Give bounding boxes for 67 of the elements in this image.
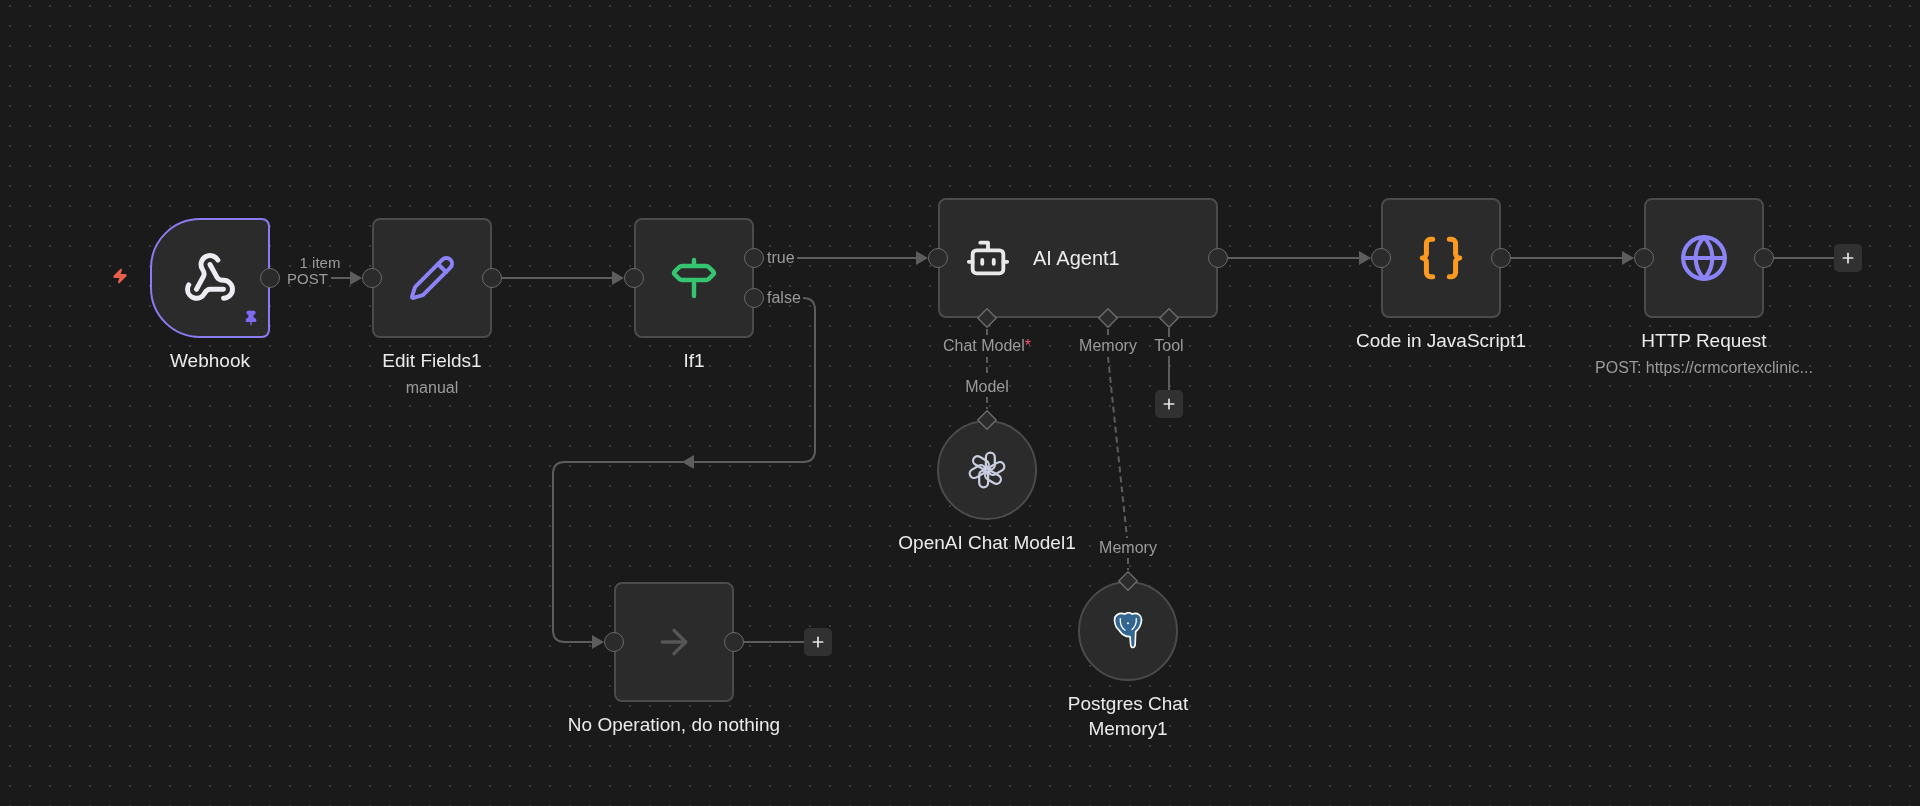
port-label: Model <box>965 378 1009 396</box>
node-title: OpenAI Chat Model1 <box>898 531 1076 555</box>
port-handle[interactable] <box>1491 248 1511 268</box>
node-title: Code in JavaScript1 <box>1356 329 1527 353</box>
port-handle[interactable] <box>260 268 280 288</box>
port-handle[interactable] <box>744 248 764 268</box>
plus-icon <box>810 634 826 650</box>
output-label: true <box>767 249 795 267</box>
plus-icon <box>1840 250 1856 266</box>
knot-logo-icon <box>968 451 1006 489</box>
port-label: Memory <box>1079 337 1137 355</box>
workflow-node[interactable] <box>614 582 734 702</box>
port-handle[interactable] <box>624 268 644 288</box>
node-title: If1 <box>683 349 705 373</box>
item-count-label: 1 item <box>299 255 341 270</box>
node-title: AI Agent1 <box>1033 246 1120 270</box>
dashed-connector <box>986 396 988 410</box>
workflow-node[interactable] <box>1644 198 1764 318</box>
port-handle[interactable] <box>744 288 764 308</box>
add-button[interactable] <box>1155 390 1183 418</box>
pin-icon <box>243 310 259 326</box>
workflow-node[interactable] <box>372 218 492 338</box>
elephant-icon <box>1111 612 1145 650</box>
connector-handle[interactable] <box>977 308 997 328</box>
node-title: Edit Fields1 <box>382 349 482 373</box>
dashed-connector <box>986 328 988 337</box>
connector-handle[interactable] <box>1098 308 1118 328</box>
connector-line <box>1168 327 1170 338</box>
port-handle[interactable] <box>604 632 624 652</box>
connector-line <box>1168 355 1170 391</box>
lightning-icon <box>112 268 128 284</box>
node-subtitle: POST: https://crmcortexclinic... <box>1595 358 1813 378</box>
workflow-node[interactable] <box>1381 198 1501 318</box>
connector-handle[interactable] <box>977 410 997 430</box>
plus-icon <box>1161 396 1177 412</box>
pencil-icon <box>408 254 456 302</box>
port-label: Tool <box>1154 337 1184 355</box>
dashed-connector <box>1107 328 1109 337</box>
node-title: HTTP Request <box>1641 329 1767 353</box>
port-handle[interactable] <box>724 632 744 652</box>
port-handle[interactable] <box>362 268 382 288</box>
connector-line <box>743 641 805 643</box>
port-label: Memory <box>1099 539 1157 557</box>
port-handle[interactable] <box>1208 248 1228 268</box>
output-label: false <box>767 289 801 307</box>
connector-handle[interactable] <box>1159 308 1179 328</box>
dashed-connector <box>1127 557 1129 571</box>
output-label: POST <box>287 271 328 286</box>
port-label: Chat Model* <box>942 337 1032 355</box>
port-handle[interactable] <box>1634 248 1654 268</box>
workflow-node[interactable] <box>634 218 754 338</box>
connector-line <box>1773 257 1835 259</box>
connector-handle[interactable] <box>1118 571 1138 591</box>
node-subtitle: manual <box>405 378 459 398</box>
node-title: Webhook <box>170 349 250 373</box>
connection-arrow <box>330 271 362 285</box>
workflow-node[interactable]: AI Agent1 <box>938 198 1218 318</box>
add-button[interactable] <box>1834 244 1862 272</box>
port-handle[interactable] <box>928 248 948 268</box>
workflow-node[interactable] <box>150 218 270 338</box>
node-title: Postgres Chat Memory1 <box>1066 692 1190 741</box>
add-button[interactable] <box>804 628 832 656</box>
port-handle[interactable] <box>1371 248 1391 268</box>
port-handle[interactable] <box>482 268 502 288</box>
node-title: No Operation, do nothing <box>567 713 781 737</box>
globe-icon <box>1679 233 1729 283</box>
port-handle[interactable] <box>1754 248 1774 268</box>
